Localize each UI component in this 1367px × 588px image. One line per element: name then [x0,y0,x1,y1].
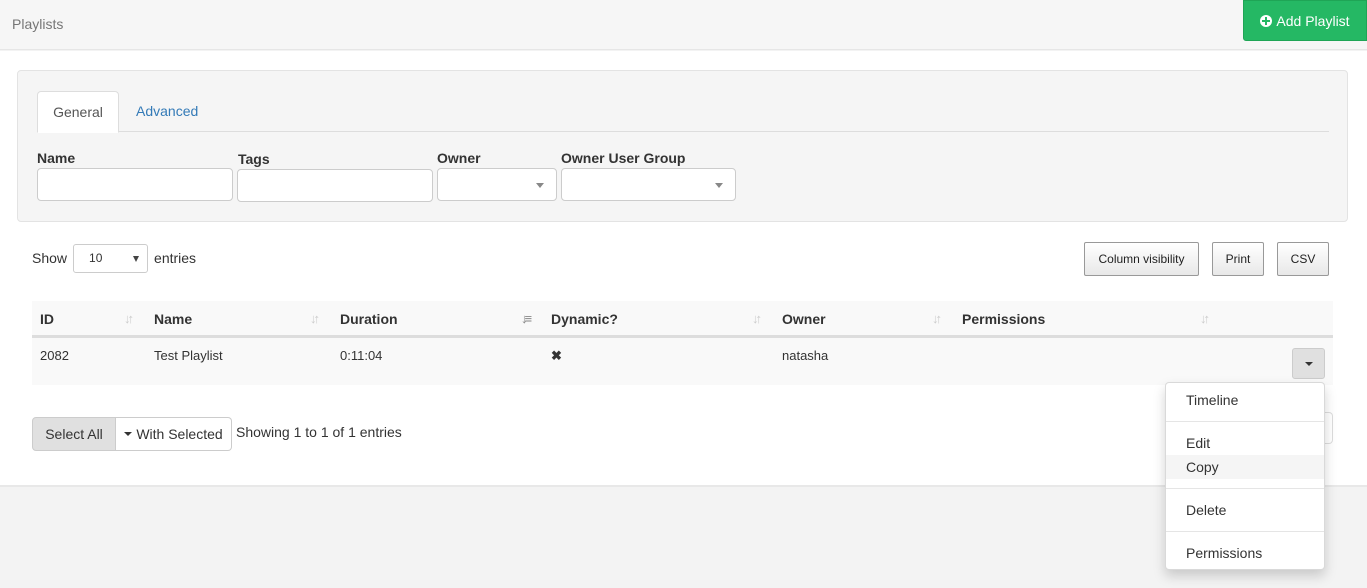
chevron-down-icon [715,183,723,188]
with-selected-button[interactable]: With Selected [116,417,232,451]
caret-down-icon [1305,362,1313,366]
tab-general[interactable]: General [37,91,119,133]
table-footer: Select All With Selected Showing 1 to 1 … [32,417,402,451]
sort-icon[interactable]: ↓↑ [932,312,946,326]
row-actions-menu: Timeline Edit Copy Delete Permissions [1165,382,1325,570]
column-header-name[interactable]: Name [154,301,192,338]
top-bar: Playlists Add Playlist [0,0,1367,50]
page-length-value: 10 [89,250,103,265]
filter-panel: General Advanced Name Tags Owner Owner U… [17,70,1348,222]
sort-desc-icon[interactable]: ↓≡ [521,312,535,326]
table-header: ID ↓↑ Name ↓↑ Duration ↓≡ Dynamic? ↓↑ Ow… [32,301,1333,338]
cell-duration: 0:11:04 [340,348,383,363]
owner-user-group-label: Owner User Group [561,150,686,166]
add-playlist-button[interactable]: Add Playlist [1243,0,1367,41]
chevron-down-icon [133,255,140,262]
name-label: Name [37,150,76,166]
cell-name: Test Playlist [154,348,223,363]
cross-icon: ✖ [551,348,562,363]
column-header-dynamic[interactable]: Dynamic? [551,301,618,338]
menu-divider [1166,421,1324,422]
playlists-table: ID ↓↑ Name ↓↑ Duration ↓≡ Dynamic? ↓↑ Ow… [32,301,1333,385]
menu-item-delete[interactable]: Delete [1166,498,1324,522]
sort-icon[interactable]: ↓↑ [752,312,766,326]
column-visibility-button[interactable]: Column visibility [1084,242,1199,276]
menu-item-copy[interactable]: Copy [1166,455,1324,479]
menu-divider [1166,531,1324,532]
plus-circle-icon [1260,14,1273,27]
sort-icon[interactable]: ↓↑ [310,312,324,326]
owner-user-group-select[interactable] [561,168,736,201]
print-button[interactable]: Print [1212,242,1264,276]
table-row[interactable]: 2082 Test Playlist 0:11:04 ✖ natasha [32,338,1333,385]
name-input[interactable] [37,168,233,201]
menu-item-edit[interactable]: Edit [1166,431,1324,455]
filter-tabs: General Advanced [37,91,1329,133]
owner-label: Owner [437,150,481,166]
sort-icon[interactable]: ↓↑ [1200,312,1214,326]
select-all-button[interactable]: Select All [32,417,116,451]
menu-divider [1166,488,1324,489]
column-header-owner[interactable]: Owner [782,301,826,338]
menu-item-permissions[interactable]: Permissions [1166,541,1324,565]
column-header-id[interactable]: ID [40,301,54,338]
menu-item-timeline[interactable]: Timeline [1166,388,1324,412]
main-content: General Advanced Name Tags Owner Owner U… [0,51,1367,487]
add-playlist-label: Add Playlist [1276,12,1350,29]
owner-select[interactable] [437,168,557,201]
page-length-select[interactable]: 10 [73,243,149,273]
column-header-duration[interactable]: Duration [340,301,398,338]
tab-advanced[interactable]: Advanced [121,91,213,132]
table-info: Showing 1 to 1 of 1 entries [236,424,402,440]
page-length-control: Show 10 entries [32,243,196,273]
show-label: Show [32,250,68,266]
entries-label: entries [154,250,197,266]
sort-icon[interactable]: ↓↑ [124,312,138,326]
page-title: Playlists [12,16,64,32]
cell-owner: natasha [782,348,829,363]
cell-id: 2082 [40,348,69,363]
tags-input[interactable] [237,169,433,202]
csv-button[interactable]: CSV [1277,242,1329,276]
column-header-permissions[interactable]: Permissions [962,301,1045,338]
tags-label: Tags [238,151,270,167]
chevron-down-icon [536,183,544,188]
with-selected-label: With Selected [136,426,223,442]
row-actions-button[interactable] [1292,348,1325,379]
caret-down-icon [124,432,133,436]
